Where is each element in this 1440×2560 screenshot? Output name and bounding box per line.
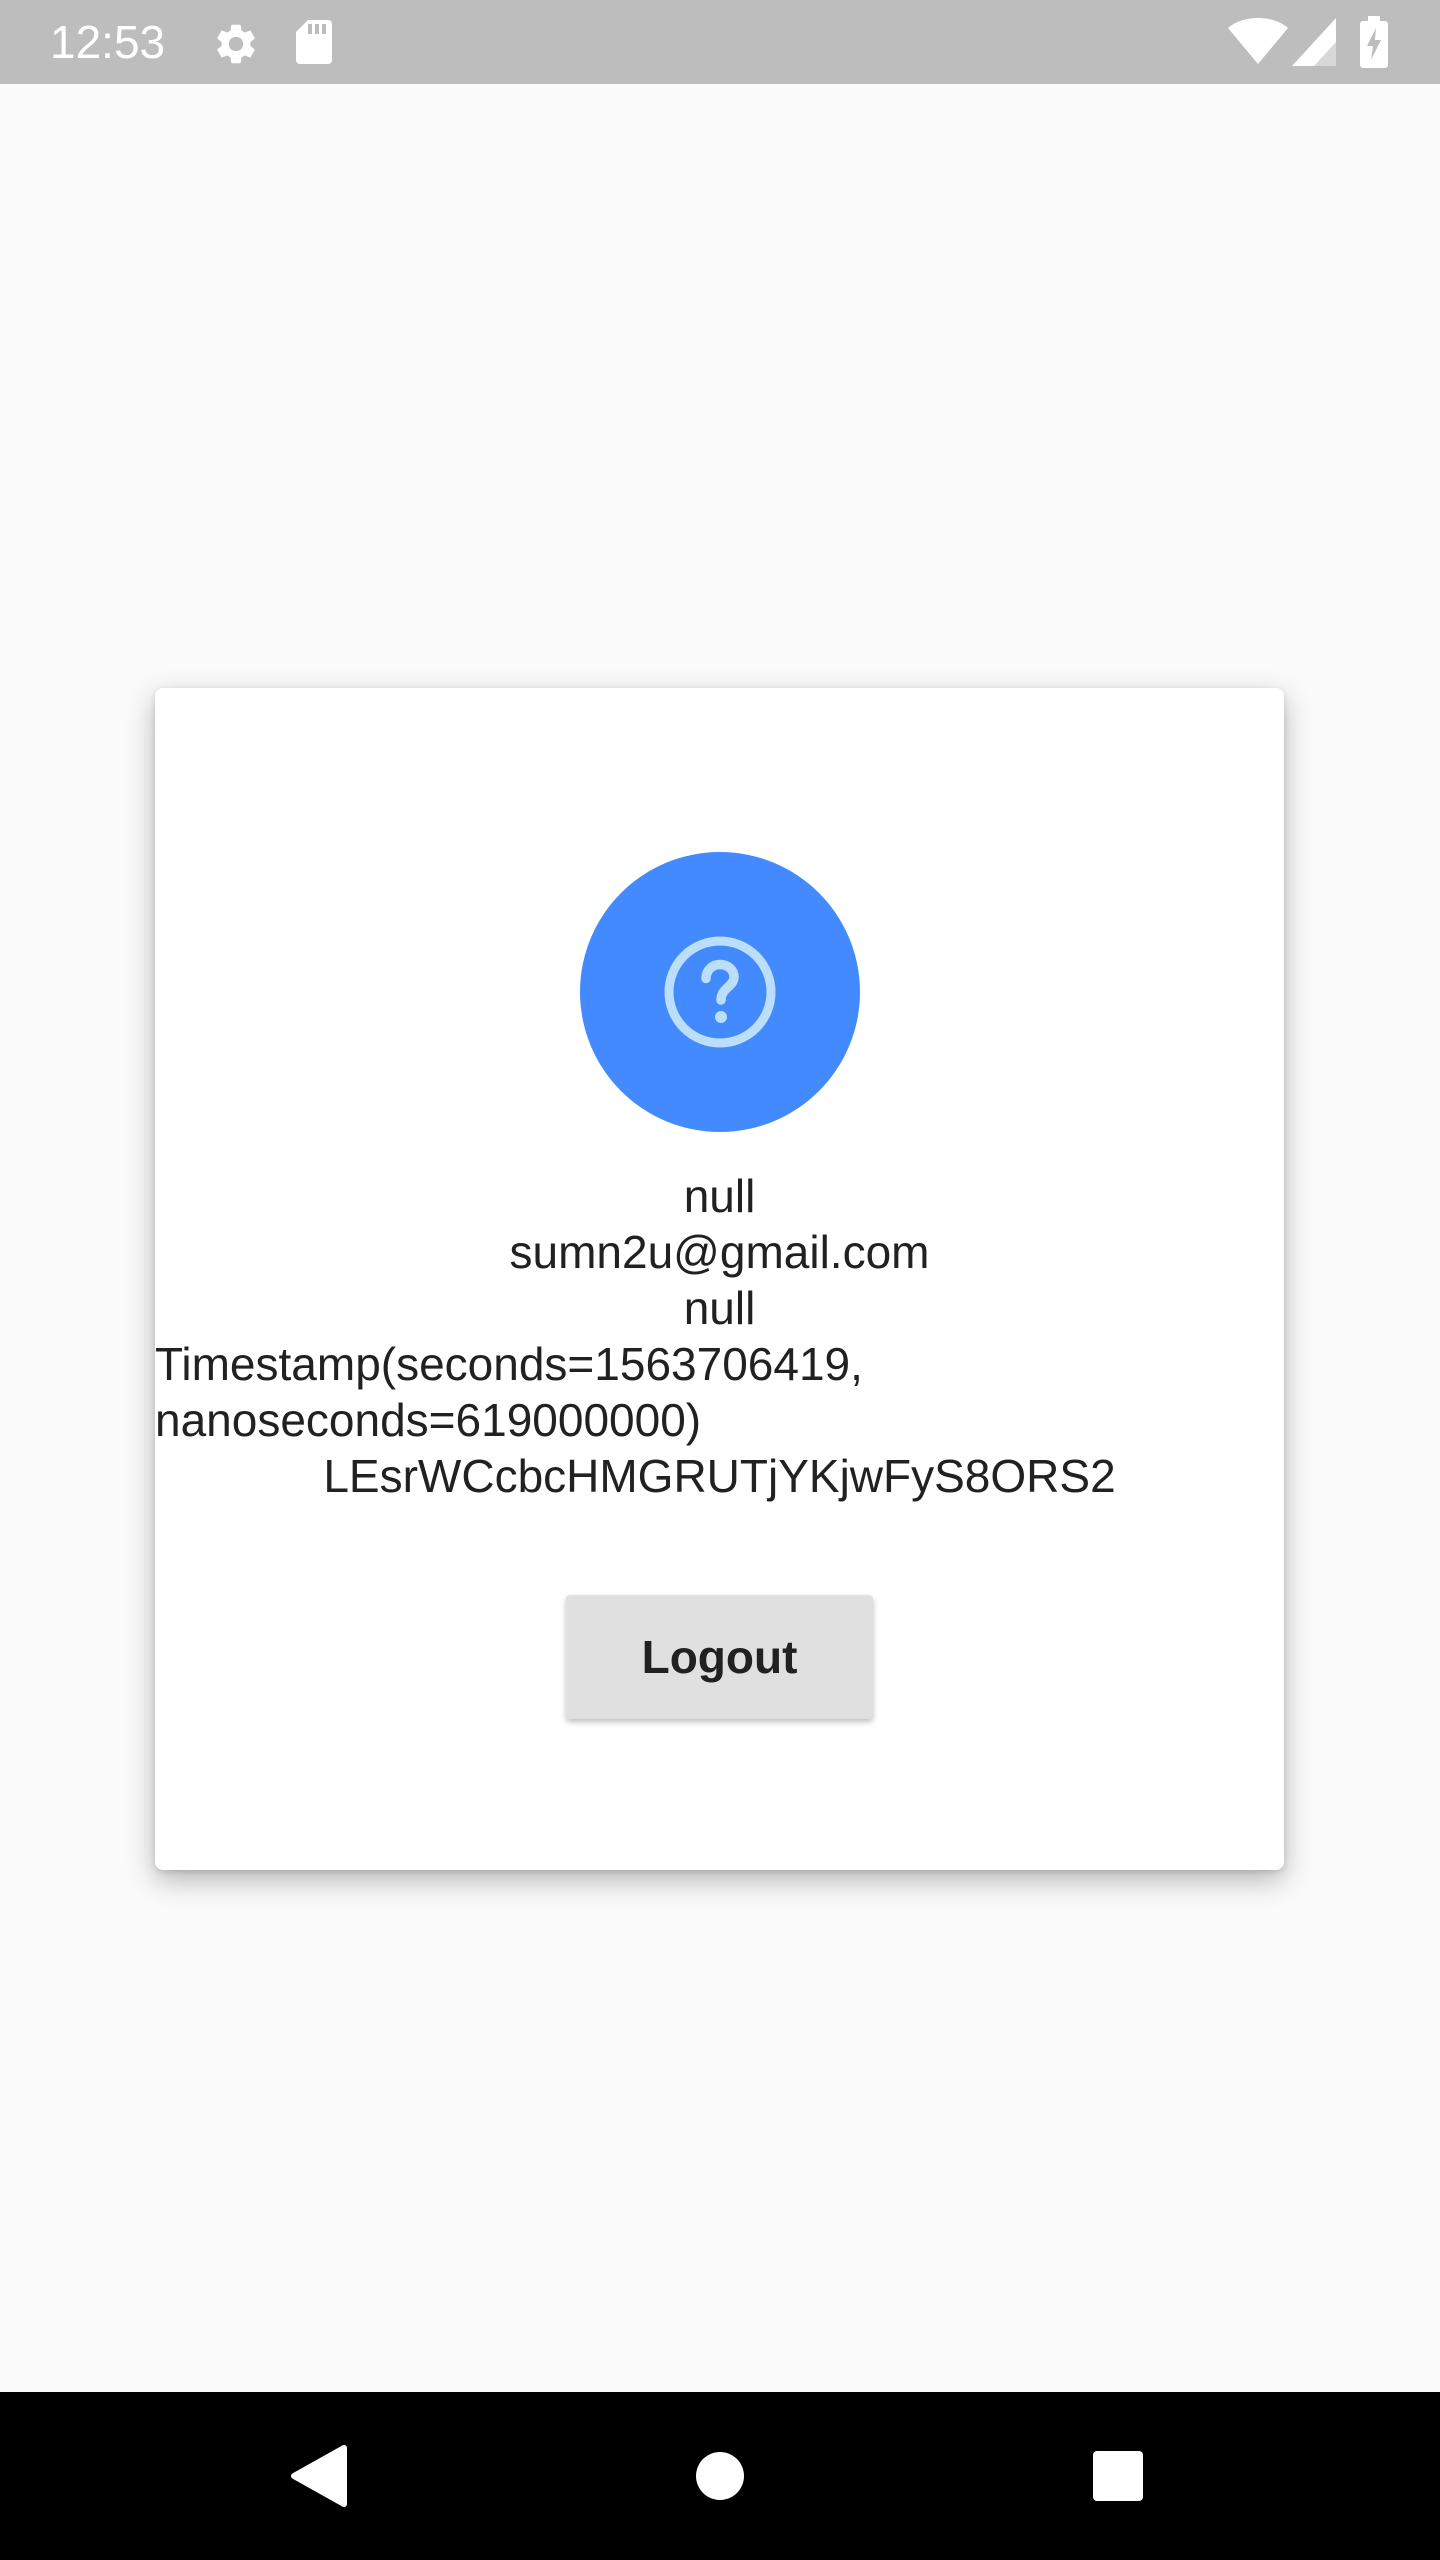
- settings-icon: [212, 20, 260, 73]
- battery-charging-icon: [1360, 16, 1388, 73]
- created-timestamp-line1: Timestamp(seconds=1563706419,: [155, 1338, 863, 1390]
- help-circle-icon: [664, 936, 776, 1048]
- user-phone: null: [683, 1282, 756, 1334]
- user-uid: LEsrWCcbcHMGRUTjYKjwFyS8ORS2: [323, 1450, 1116, 1502]
- status-time: 12:53: [50, 16, 166, 68]
- user-info: null sumn2u@gmail.com null Timestamp(sec…: [155, 1168, 1284, 1504]
- user-email: sumn2u@gmail.com: [509, 1226, 930, 1278]
- recents-button[interactable]: [1018, 2392, 1218, 2560]
- status-bar: 12:53: [0, 0, 1440, 84]
- sd-card-icon: [292, 18, 336, 71]
- back-button[interactable]: [218, 2392, 418, 2560]
- logout-button[interactable]: Logout: [566, 1595, 873, 1719]
- home-button[interactable]: [620, 2392, 820, 2560]
- user-name: null: [683, 1170, 756, 1222]
- main-content: null sumn2u@gmail.com null Timestamp(sec…: [0, 84, 1440, 2392]
- wifi-icon: [1228, 18, 1288, 71]
- profile-card: null sumn2u@gmail.com null Timestamp(sec…: [155, 688, 1284, 1870]
- navigation-bar: [0, 2392, 1440, 2560]
- avatar: [580, 852, 860, 1132]
- home-icon: [696, 2452, 744, 2500]
- back-icon: [291, 2445, 347, 2507]
- recents-icon: [1093, 2451, 1143, 2501]
- created-timestamp-line2: nanoseconds=619000000): [155, 1394, 702, 1446]
- signal-icon: [1292, 18, 1336, 71]
